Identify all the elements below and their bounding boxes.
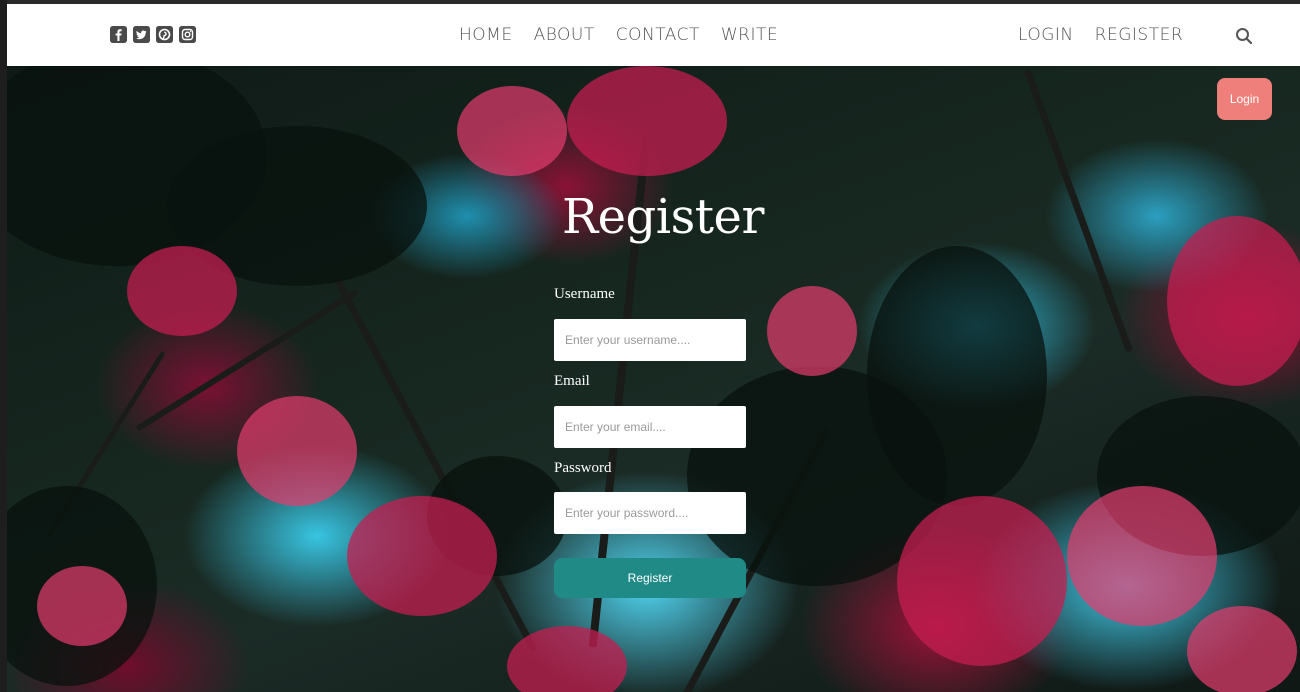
login-button[interactable]: Login [1217, 78, 1272, 120]
background-image [7, 66, 1300, 692]
password-label: Password [554, 460, 612, 476]
branch [1023, 68, 1133, 353]
nav-register-link[interactable]: REGISTER [1095, 25, 1183, 45]
username-label: Username [554, 286, 615, 302]
flower-cluster [567, 66, 727, 176]
search-icon[interactable] [1234, 26, 1254, 46]
social-links [110, 26, 196, 43]
flower-cluster [127, 246, 237, 336]
main-nav: HOME ABOUT CONTACT WRITE [459, 4, 778, 66]
twitter-icon[interactable] [133, 26, 150, 43]
password-input[interactable] [554, 492, 746, 534]
flower-cluster [237, 396, 357, 506]
flower-cluster [37, 566, 127, 646]
nav-write-link[interactable]: WRITE [721, 25, 778, 45]
facebook-icon[interactable] [110, 26, 127, 43]
flower-cluster [347, 496, 497, 616]
top-navbar: HOME ABOUT CONTACT WRITE LOGIN REGISTER [7, 4, 1300, 66]
nav-about-link[interactable]: ABOUT [534, 25, 595, 45]
instagram-icon[interactable] [179, 26, 196, 43]
flower-cluster [897, 496, 1067, 666]
foliage [867, 246, 1047, 506]
window-left-edge [0, 0, 7, 692]
register-title: Register [562, 189, 764, 245]
pinterest-icon[interactable] [156, 26, 173, 43]
nav-contact-link[interactable]: CONTACT [616, 25, 700, 45]
flower-cluster [457, 86, 567, 176]
flower-cluster [1167, 216, 1300, 386]
flower-cluster [1187, 606, 1297, 692]
nav-login-link[interactable]: LOGIN [1018, 25, 1074, 45]
nav-home-link[interactable]: HOME [459, 25, 513, 45]
auth-nav: LOGIN REGISTER [1018, 4, 1183, 66]
username-input[interactable] [554, 319, 746, 361]
flower-cluster [767, 286, 857, 376]
flower-cluster [507, 626, 627, 692]
email-input[interactable] [554, 406, 746, 448]
email-label: Email [554, 373, 590, 389]
flower-cluster [1067, 486, 1217, 626]
register-submit-button[interactable]: Register [554, 558, 746, 598]
